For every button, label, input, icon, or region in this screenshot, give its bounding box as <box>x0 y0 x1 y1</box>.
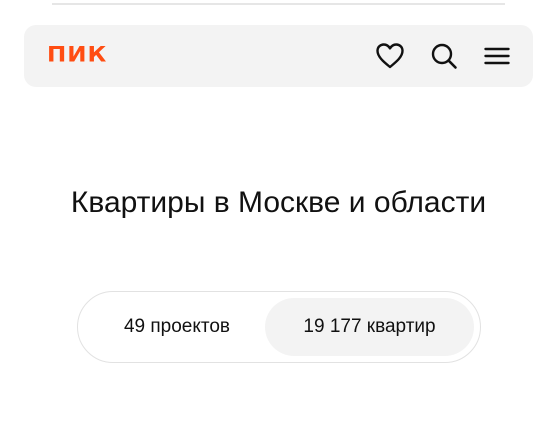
tab-apartments[interactable]: 19 177 квартир <box>265 298 474 356</box>
tab-projects[interactable]: 49 проектов <box>84 298 270 356</box>
menu-icon <box>484 45 510 67</box>
pik-logo[interactable]: ПИК <box>47 42 107 68</box>
header-bar: ПИК <box>24 25 533 87</box>
search-icon <box>430 42 458 70</box>
page-title: Квартиры в Москве и области <box>70 186 487 219</box>
heart-icon <box>375 42 405 70</box>
page: ПИК Квартиры в Москве и области 49 проек… <box>0 0 557 427</box>
favorites-button[interactable] <box>374 40 406 72</box>
search-button[interactable] <box>428 40 460 72</box>
top-divider <box>52 3 505 5</box>
menu-button[interactable] <box>481 40 513 72</box>
view-switcher: 49 проектов 19 177 квартир <box>77 291 481 363</box>
